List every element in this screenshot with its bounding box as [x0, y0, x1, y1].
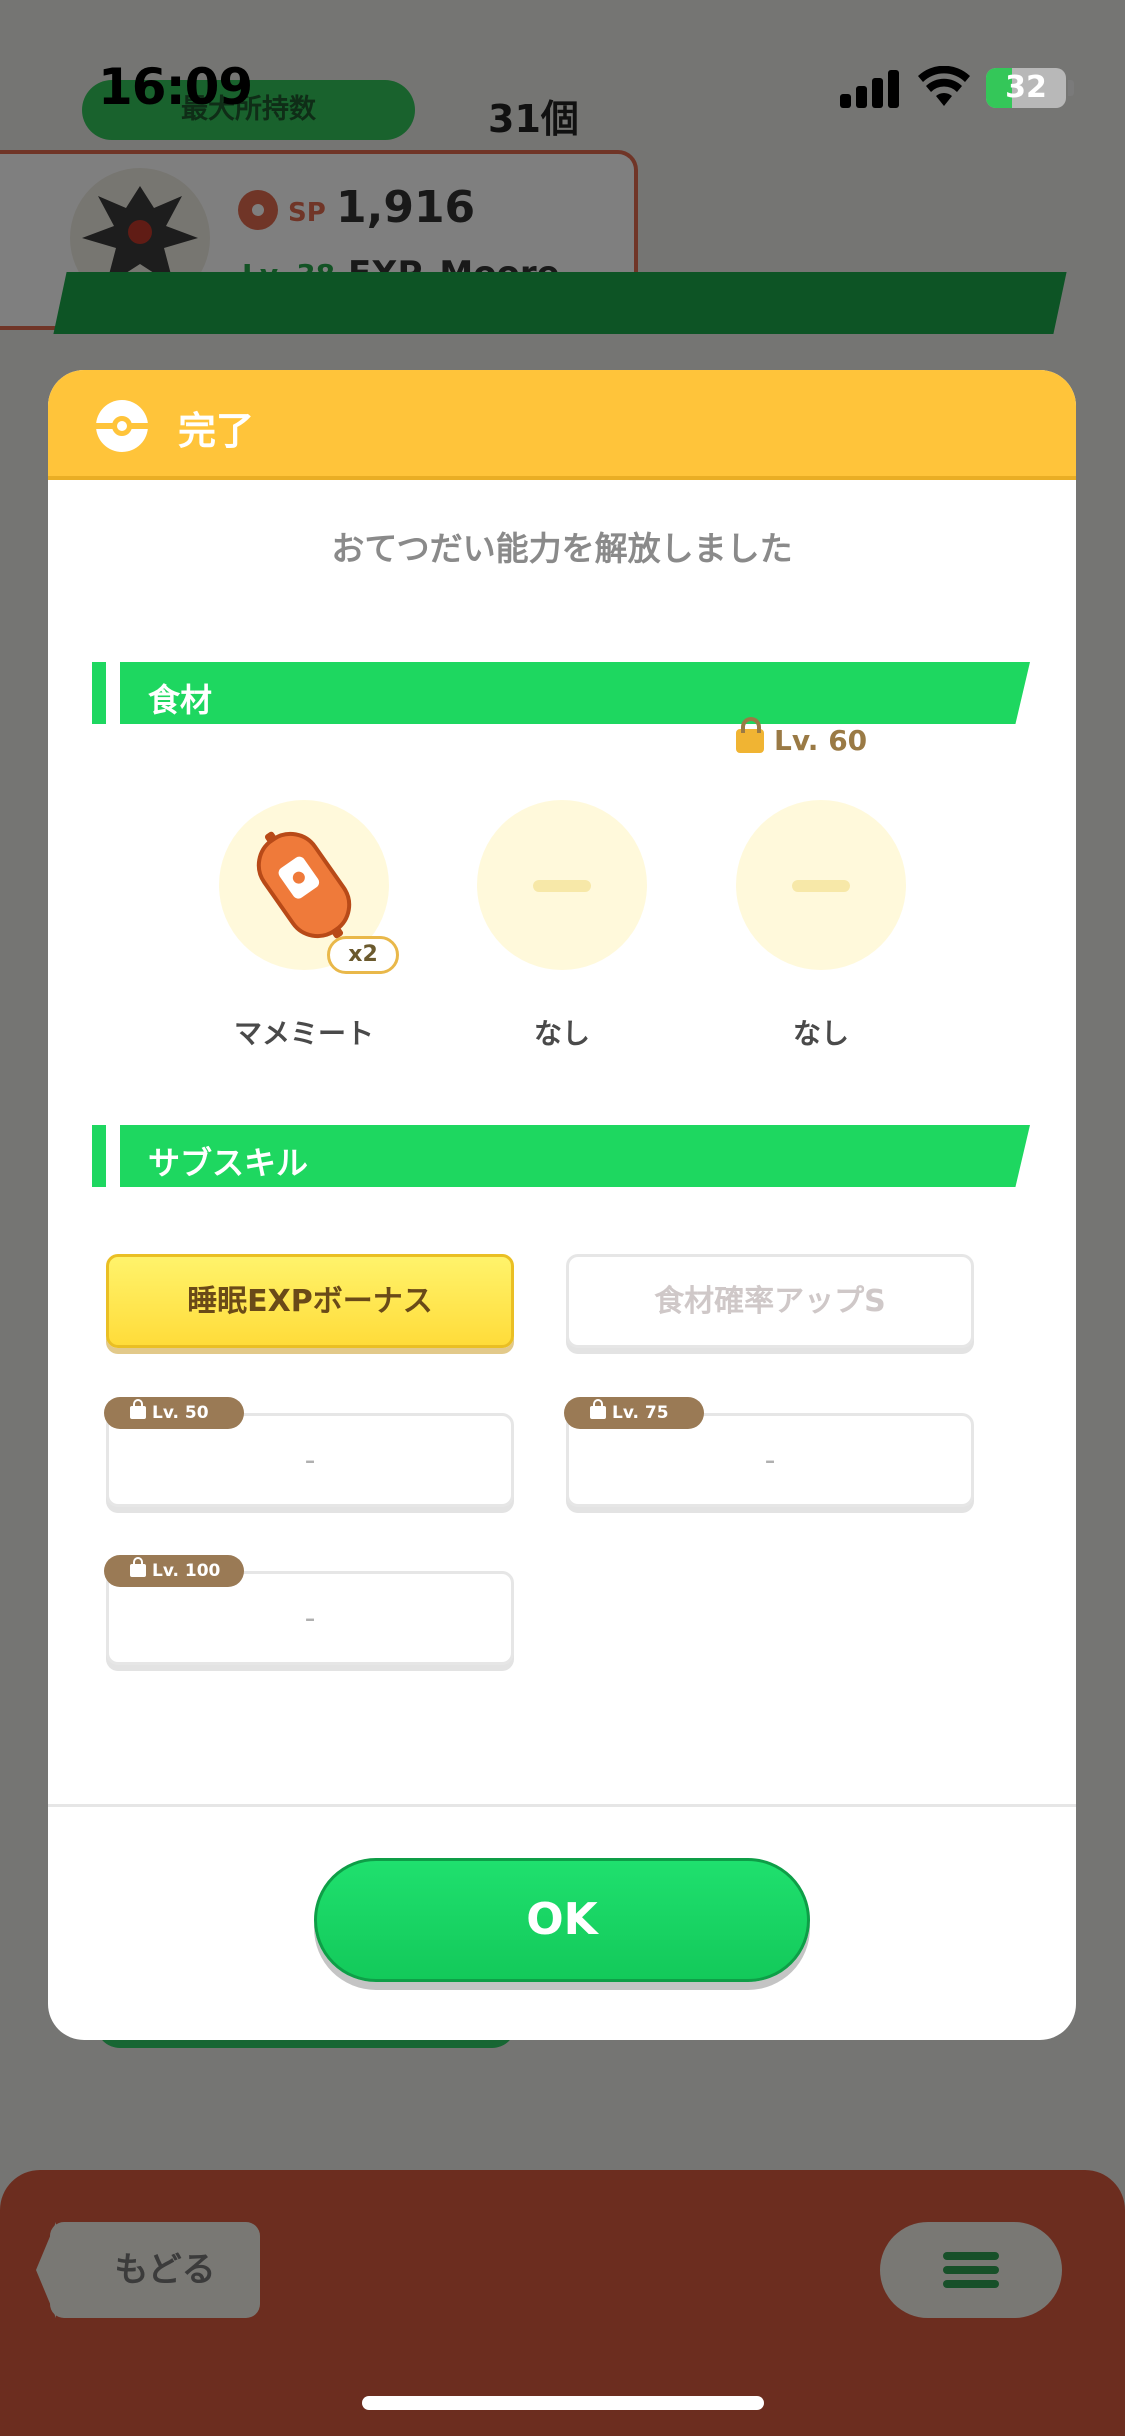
lock-icon: [130, 1399, 146, 1419]
cellular-signal-icon: [840, 70, 900, 108]
status-time: 16:09: [98, 58, 253, 116]
ingredient-name: なし: [792, 1017, 849, 1050]
battery-percent: 32: [1005, 70, 1047, 105]
dialog-title: 完了: [178, 409, 255, 453]
dialog-divider: [48, 1804, 1076, 1807]
dialog-header: 完了: [48, 370, 1076, 480]
completion-dialog: 完了 おてつだい能力を解放しました 食材 x2 マメミート なし Lv. 60 …: [48, 370, 1076, 2040]
dialog-message: おてつだい能力を解放しました: [331, 529, 793, 568]
lock-level-badge: Lv. 50: [104, 1397, 244, 1429]
wifi-icon: [918, 66, 970, 106]
lock-icon: [736, 717, 764, 753]
lock-icon: [130, 1557, 146, 1577]
ingredient-name: マメミート: [233, 1017, 374, 1050]
ingredients-section-header: 食材: [92, 662, 1030, 724]
home-indicator[interactable]: [362, 2396, 764, 2410]
ingredient-name: なし: [533, 1017, 590, 1050]
subskill-ingredient-finder-s[interactable]: 食材確率アップS: [566, 1254, 974, 1348]
lock-icon: [590, 1399, 606, 1419]
ingredient-lock-level: Lv. 60: [736, 717, 936, 757]
lock-level-badge: Lv. 75: [564, 1397, 704, 1429]
empty-dash-icon: [792, 880, 850, 892]
pokeball-icon: [96, 400, 148, 452]
battery-icon: 32: [986, 68, 1066, 108]
subskill-sleep-exp-bonus[interactable]: 睡眠EXPボーナス: [106, 1254, 514, 1348]
ingredient-quantity-badge: x2: [327, 936, 399, 974]
empty-dash-icon: [533, 880, 591, 892]
ingredients-section-title: 食材: [148, 681, 213, 719]
subskills-section-header: サブスキル: [92, 1125, 1030, 1187]
ok-button[interactable]: OK: [314, 1858, 810, 1982]
lock-level-badge: Lv. 100: [104, 1555, 244, 1587]
subskills-section-title: サブスキル: [148, 1144, 309, 1182]
